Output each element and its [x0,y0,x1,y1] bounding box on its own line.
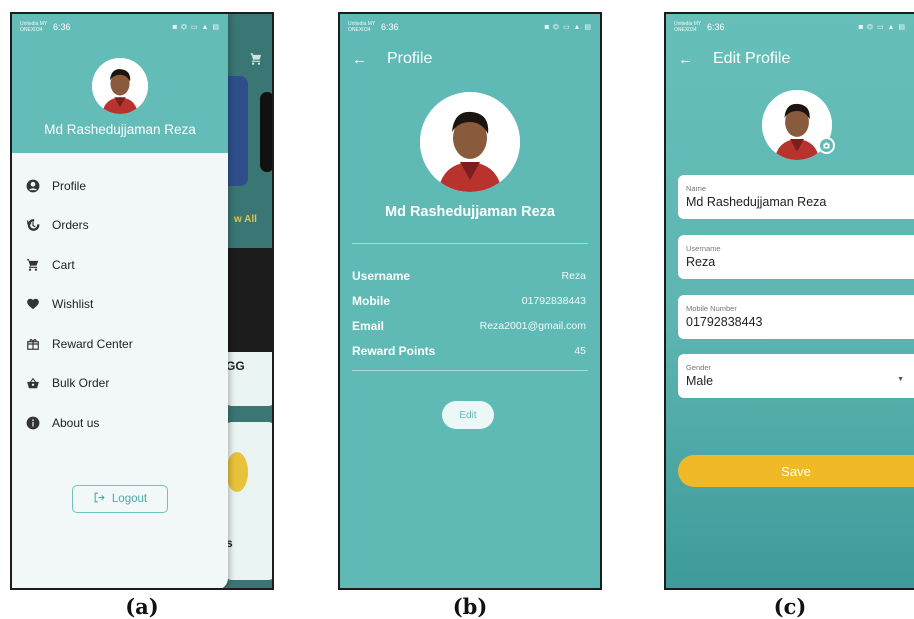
status-bar: Unitedia MY ONEX034 6:36 ◙ ⏣ ▭ ▲ ▤ [666,14,914,40]
basket-icon [26,376,40,390]
phone-edit-profile-screen: Unitedia MY ONEX034 6:36 ◙ ⏣ ▭ ▲ ▤ ← Edit… [664,12,914,590]
person-circle-icon [26,179,40,193]
background-view-all: w All [234,214,257,225]
app-bar: ← Edit Profile [666,40,914,78]
caption-c: (c) [773,594,807,619]
info-key: Reward Points [352,344,436,358]
back-arrow-icon[interactable]: ← [352,51,367,68]
caption-b: (b) [452,594,488,619]
cart-icon [26,258,40,272]
gender-select[interactable]: Gender Male ▼ [678,354,914,398]
username-field[interactable]: Username Reza [678,235,914,279]
info-key: Username [352,269,411,283]
profile-user-name: Md Rashedujjaman Reza [384,204,555,220]
menu-item-profile[interactable]: Profile [12,166,228,206]
caption-a: (a) [125,594,159,619]
history-icon [26,218,40,232]
gift-icon [26,337,40,351]
chevron-down-icon: ▼ [897,376,904,383]
menu-item-label: Orders [52,218,89,233]
menu-item-wishlist[interactable]: Wishlist [12,285,228,325]
menu-item-label: Cart [52,257,75,272]
menu-item-cart[interactable]: Cart [12,245,228,285]
status-icons: ◙ ⏣ ▭ ▲ ▤ [858,24,906,31]
operator-label: Unitedia MY ONEX034 [348,21,376,33]
divider [352,370,588,371]
app-bar: ← Profile [340,40,600,78]
field-value: Md Rashedujjaman Reza [686,195,827,209]
menu-item-label: Profile [52,178,87,193]
background-product-image [224,248,272,352]
navigation-drawer: Unitedia MY ONEX034 6:36 ◙ ⏣ ▭ ▲ ▤ Md Ras… [12,14,228,588]
back-arrow-icon[interactable]: ← [678,51,693,68]
edit-button[interactable]: Edit [442,401,494,429]
background-banner-2 [260,92,272,172]
menu-item-label: Wishlist [52,297,94,312]
status-icons: ◙ ⏣ ▭ ▲ ▤ [172,24,220,31]
status-icons: ◙ ⏣ ▭ ▲ ▤ [544,24,592,31]
clock: 6:36 [53,22,71,32]
field-label: Gender [686,363,712,372]
field-label: Name [686,184,707,193]
save-button[interactable]: Save [678,455,914,487]
menu-item-about-us[interactable]: About us [12,403,228,443]
info-row-username: Username Reza [352,263,586,289]
operator-label: Unitedia MY ONEX034 [674,21,702,33]
info-row-reward-points: Reward Points 45 [352,338,586,364]
field-value: Reza [686,255,716,269]
field-label: Username [686,244,721,253]
avatar [92,58,148,114]
avatar [420,92,520,192]
logout-label: Logout [111,493,148,505]
page-title: Profile [387,50,433,67]
cart-icon [250,53,262,65]
background-product-title: GG [226,359,245,373]
field-value: 01792838443 [686,315,763,329]
phone-profile-screen: Unitedia MY ONEX034 6:36 ◙ ⏣ ▭ ▲ ▤ ← Prof… [338,12,602,590]
drawer-menu: Profile Orders Cart Wishlist Reward Cent… [12,166,228,443]
camera-icon[interactable] [818,137,835,154]
info-row-mobile: Mobile 01792838443 [352,288,586,314]
info-value: 45 [574,345,586,357]
name-field[interactable]: Name Md Rashedujjaman Reza [678,175,914,219]
menu-item-label: Bulk Order [52,376,110,391]
status-bar: Unitedia MY ONEX034 6:36 ◙ ⏣ ▭ ▲ ▤ [340,14,600,40]
info-key: Mobile [352,294,390,308]
mobile-number-field[interactable]: Mobile Number 01792838443 [678,295,914,339]
clock: 6:36 [707,22,725,32]
clock: 6:36 [381,22,399,32]
info-key: Email [352,319,385,333]
menu-item-reward-center[interactable]: Reward Center [12,324,228,364]
phone-drawer-screen: w All GG s Unitedia MY ONEX034 6:36 ◙ ⏣ ▭… [10,12,274,590]
menu-item-orders[interactable]: Orders [12,206,228,246]
info-value: 01792838443 [521,295,586,307]
operator-label: Unitedia MY ONEX034 [20,21,48,33]
menu-item-label: About us [52,415,100,430]
menu-item-label: Reward Center [52,336,133,351]
drawer-header: Unitedia MY ONEX034 6:36 ◙ ⏣ ▭ ▲ ▤ Md Ras… [12,14,228,153]
menu-item-bulk-order[interactable]: Bulk Order [12,364,228,404]
field-label: Mobile Number [686,304,737,313]
background-coin [226,452,248,492]
info-row-email: Email Reza2001@gmail.com [352,313,586,339]
info-icon [26,416,40,430]
background-product-card-2 [224,422,272,580]
heart-icon [26,297,40,311]
figure-canvas: w All GG s Unitedia MY ONEX034 6:36 ◙ ⏣ ▭… [0,0,914,619]
info-value: Reza [561,270,586,282]
divider [352,243,588,244]
logout-icon [93,491,106,507]
page-title: Edit Profile [713,50,791,67]
field-value: Male [686,374,714,388]
info-value: Reza2001@gmail.com [479,320,586,332]
logout-button[interactable]: Logout [72,485,168,513]
status-bar: Unitedia MY ONEX034 6:36 ◙ ⏣ ▭ ▲ ▤ [12,14,228,40]
drawer-user-name: Md Rashedujjaman Reza [44,122,196,137]
